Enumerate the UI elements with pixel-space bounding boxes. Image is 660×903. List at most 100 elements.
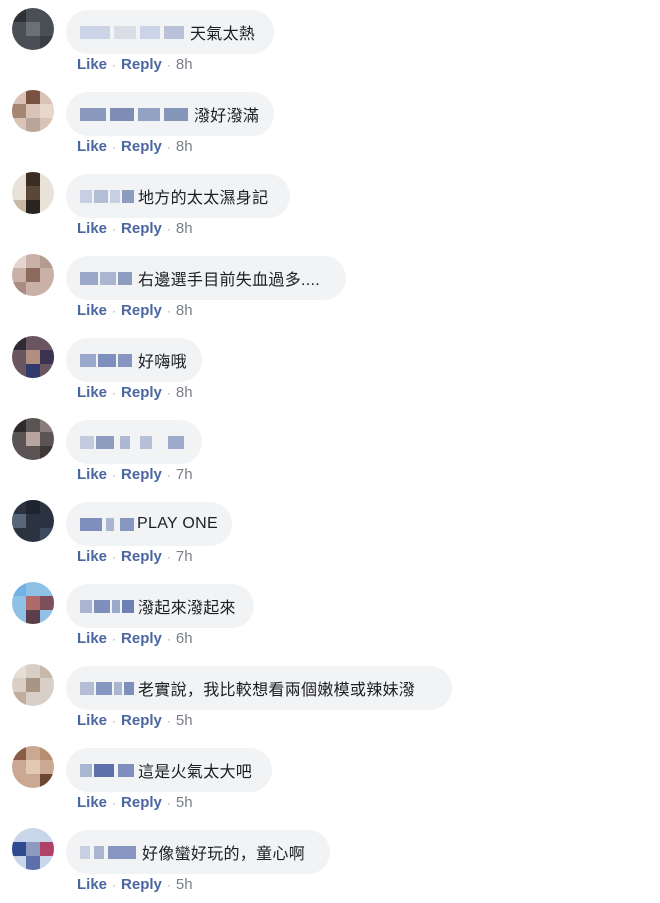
commenter-name-redacted[interactable] xyxy=(80,597,136,615)
commenter-name-redacted[interactable] xyxy=(80,679,136,697)
comment-text: 潑起來潑起來 xyxy=(138,600,236,617)
comment-actions: Like · Reply · 7h xyxy=(77,548,193,565)
reply-link[interactable]: Reply xyxy=(121,220,162,237)
like-link[interactable]: Like xyxy=(77,794,107,811)
reply-link[interactable]: Reply xyxy=(121,138,162,155)
avatar[interactable] xyxy=(12,500,54,542)
commenter-name-redacted[interactable] xyxy=(80,515,135,533)
comment-bubble: 天氣太熱 xyxy=(66,10,274,54)
commenter-name-redacted[interactable] xyxy=(80,761,136,779)
comment-actions: Like · Reply · 5h xyxy=(77,876,193,893)
comment-actions: Like · Reply · 8h xyxy=(77,384,193,401)
comment-actions: Like · Reply · 8h xyxy=(77,302,193,319)
comment-bubble: 潑好潑滿 xyxy=(66,92,274,136)
like-link[interactable]: Like xyxy=(77,384,107,401)
comment-actions: Like · Reply · 8h xyxy=(77,138,193,155)
avatar[interactable] xyxy=(12,172,54,214)
separator-dot: · xyxy=(166,57,171,72)
separator-dot: · xyxy=(166,631,171,646)
separator-dot: · xyxy=(166,549,171,564)
comment-item: 這是火氣太大吧 Like · Reply · 5h xyxy=(0,738,660,820)
commenter-name-redacted[interactable] xyxy=(80,23,188,41)
like-link[interactable]: Like xyxy=(77,56,107,73)
avatar[interactable] xyxy=(12,828,54,870)
reply-link[interactable]: Reply xyxy=(121,302,162,319)
commenter-name-redacted[interactable] xyxy=(80,105,192,123)
comment-bubble: 好嗨哦 xyxy=(66,338,202,382)
separator-dot: · xyxy=(112,139,117,154)
like-link[interactable]: Like xyxy=(77,712,107,729)
comment-bubble: 地方的太太濕身記 xyxy=(66,174,290,218)
comment-text: 好像蠻好玩的，童心啊 xyxy=(142,846,306,863)
timestamp[interactable]: 7h xyxy=(176,548,193,565)
like-link[interactable]: Like xyxy=(77,302,107,319)
comment-actions: Like · Reply · 6h xyxy=(77,630,193,647)
commenter-name-redacted[interactable] xyxy=(80,843,140,861)
comment-bubble: 老實說，我比較想看兩個嫩模或辣妹潑 xyxy=(66,666,452,710)
comment-text: 潑好潑滿 xyxy=(194,108,260,125)
timestamp[interactable]: 8h xyxy=(176,138,193,155)
timestamp[interactable]: 5h xyxy=(176,876,193,893)
comment-text: 好嗨哦 xyxy=(138,354,187,371)
avatar[interactable] xyxy=(12,582,54,624)
like-link[interactable]: Like xyxy=(77,630,107,647)
timestamp[interactable]: 6h xyxy=(176,630,193,647)
like-link[interactable]: Like xyxy=(77,138,107,155)
reply-link[interactable]: Reply xyxy=(121,712,162,729)
avatar[interactable] xyxy=(12,664,54,706)
comment-bubble: 潑起來潑起來 xyxy=(66,584,254,628)
timestamp[interactable]: 8h xyxy=(176,302,193,319)
like-link[interactable]: Like xyxy=(77,466,107,483)
separator-dot: · xyxy=(112,57,117,72)
comment-item: 天氣太熱 Like · Reply · 8h xyxy=(0,0,660,82)
comment-item: 地方的太太濕身記 Like · Reply · 8h xyxy=(0,164,660,246)
comment-bubble: 右邊選手目前失血過多.... xyxy=(66,256,346,300)
separator-dot: · xyxy=(166,303,171,318)
separator-dot: · xyxy=(166,795,171,810)
timestamp[interactable]: 8h xyxy=(176,56,193,73)
timestamp[interactable]: 8h xyxy=(176,384,193,401)
avatar[interactable] xyxy=(12,336,54,378)
separator-dot: · xyxy=(112,631,117,646)
separator-dot: · xyxy=(112,467,117,482)
separator-dot: · xyxy=(166,877,171,892)
separator-dot: · xyxy=(166,221,171,236)
reply-link[interactable]: Reply xyxy=(121,56,162,73)
comment-item: 老實說，我比較想看兩個嫩模或辣妹潑 Like · Reply · 5h xyxy=(0,656,660,738)
reply-link[interactable]: Reply xyxy=(121,384,162,401)
comment-text: PLAY ONE xyxy=(137,515,218,532)
commenter-name-redacted[interactable] xyxy=(80,351,136,369)
comment-bubble: PLAY ONE xyxy=(66,502,232,546)
reply-link[interactable]: Reply xyxy=(121,466,162,483)
like-link[interactable]: Like xyxy=(77,220,107,237)
reply-link[interactable]: Reply xyxy=(121,630,162,647)
commenter-name-redacted[interactable] xyxy=(80,187,136,205)
comment-actions: Like · Reply · 7h xyxy=(77,466,193,483)
reply-link[interactable]: Reply xyxy=(121,548,162,565)
separator-dot: · xyxy=(112,385,117,400)
avatar[interactable] xyxy=(12,418,54,460)
separator-dot: · xyxy=(166,467,171,482)
timestamp[interactable]: 8h xyxy=(176,220,193,237)
timestamp[interactable]: 7h xyxy=(176,466,193,483)
timestamp[interactable]: 5h xyxy=(176,794,193,811)
comment-actions: Like · Reply · 8h xyxy=(77,56,193,73)
comment-actions: Like · Reply · 8h xyxy=(77,220,193,237)
comment-bubble: 好像蠻好玩的，童心啊 xyxy=(66,830,330,874)
avatar[interactable] xyxy=(12,90,54,132)
reply-link[interactable]: Reply xyxy=(121,794,162,811)
comment-bubble xyxy=(66,420,202,464)
avatar[interactable] xyxy=(12,746,54,788)
timestamp[interactable]: 5h xyxy=(176,712,193,729)
avatar[interactable] xyxy=(12,254,54,296)
like-link[interactable]: Like xyxy=(77,876,107,893)
commenter-name-redacted[interactable] xyxy=(80,269,136,287)
avatar[interactable] xyxy=(12,8,54,50)
like-link[interactable]: Like xyxy=(77,548,107,565)
comment-text: 這是火氣太大吧 xyxy=(138,764,253,781)
separator-dot: · xyxy=(112,303,117,318)
commenter-name-redacted[interactable] xyxy=(80,433,186,451)
separator-dot: · xyxy=(166,385,171,400)
reply-link[interactable]: Reply xyxy=(121,876,162,893)
separator-dot: · xyxy=(166,713,171,728)
